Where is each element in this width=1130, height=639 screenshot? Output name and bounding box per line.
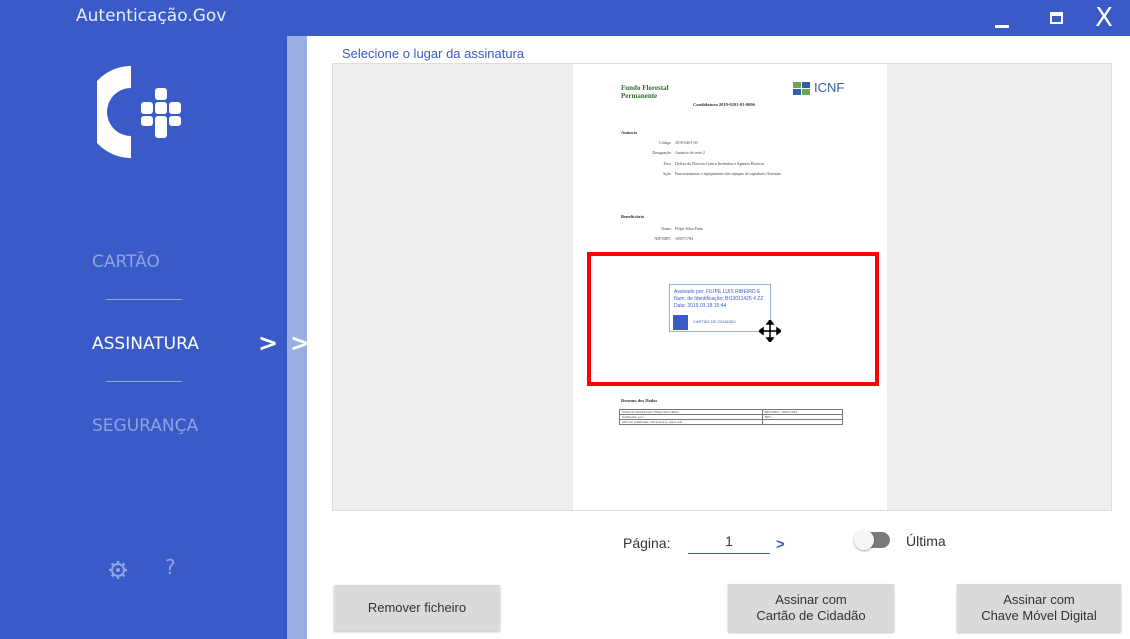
doc-row: NIF/NIPC 169571784 <box>654 236 693 241</box>
sidebar-item-seguranca[interactable]: SEGURANÇA <box>92 416 198 436</box>
button-label: Chave Móvel Digital <box>981 608 1097 623</box>
stamp-line: Assinado por: FILIPE LUIS RIBEIRO E <box>674 289 761 295</box>
doc-row: Código 2019-0201-03 <box>659 140 698 145</box>
minimize-icon <box>995 24 1009 28</box>
aviso-heading: Anúncio <box>621 130 638 135</box>
gear-icon[interactable] <box>108 560 128 580</box>
last-page-toggle[interactable] <box>854 530 890 550</box>
section-title: Selecione o lugar da assinatura <box>342 46 525 61</box>
doc-row: Eixo Defesa da Floresta Contra Incêndios … <box>663 161 765 166</box>
doc-row: Ação Funcionamento e equipamento das equi… <box>662 171 782 176</box>
stamp-footer: CARTÃO DE CIDADÃO <box>673 315 769 330</box>
table-title: Resumo dos Dados <box>621 398 658 403</box>
doc-brand: Fundo Florestal Permanente <box>621 84 669 100</box>
page-label: Página: <box>623 535 671 551</box>
stamp-line: Num. de Identificação: BI13011425 4 ZZ <box>674 296 764 302</box>
maximize-button[interactable] <box>1036 0 1076 36</box>
table-row: Data de submissão: Click here to enter t… <box>619 419 844 425</box>
app-window: CARTÃO ASSINATURA > SEGURANÇA ? > Autent… <box>0 0 1130 639</box>
doc-row: Designação Anúncio de teste 2 <box>652 150 705 155</box>
button-label: Assinar com <box>1003 592 1075 607</box>
sidebar: CARTÃO ASSINATURA > SEGURANÇA ? <box>0 0 287 639</box>
sidebar-item-cartao[interactable]: CARTÃO <box>92 252 160 272</box>
move-icon[interactable] <box>759 320 781 342</box>
icnf-logo-icon <box>793 82 810 95</box>
maximize-icon <box>1049 12 1063 24</box>
cartao-cidadao-icon <box>673 315 688 330</box>
doc-row: Nome Filipe Silva Pinto <box>661 226 704 231</box>
beneficiario-heading: Beneficiário <box>621 214 645 219</box>
minimize-button[interactable] <box>982 0 1022 36</box>
sidebar-item-assinatura[interactable]: ASSINATURA <box>92 334 199 354</box>
chevron-right-icon: > <box>258 329 279 357</box>
page-number-input[interactable] <box>688 528 770 554</box>
stamp-line: Data: 2019.03.18 15:44 <box>674 303 727 309</box>
icnf-logo-text: ICNF <box>814 80 845 95</box>
candidatura-title: Candidatura 2019-0201-03-0006 <box>693 102 755 107</box>
next-page-button[interactable]: > <box>776 536 785 553</box>
remove-file-button[interactable]: Remover ficheiro <box>334 585 500 631</box>
help-icon[interactable]: ? <box>165 555 176 579</box>
last-page-label: Última <box>906 533 946 549</box>
sign-with-cc-button[interactable]: Assinar com Cartão de Cidadão <box>728 584 894 632</box>
button-label: Cartão de Cidadão <box>756 608 866 623</box>
chevron-right-icon[interactable]: > <box>290 329 310 357</box>
toggle-knob <box>854 530 874 550</box>
sidebar-divider <box>106 381 182 382</box>
app-title: Autenticação.Gov <box>76 6 227 26</box>
button-label: Assinar com <box>775 592 847 607</box>
signature-stamp[interactable]: Assinado por: FILIPE LUIS RIBEIRO E Num.… <box>669 284 771 332</box>
sign-with-cmd-button[interactable]: Assinar com Chave Móvel Digital <box>957 584 1121 632</box>
document-preview[interactable]: Fundo Florestal Permanente ICNF Candidat… <box>332 63 1112 511</box>
close-button[interactable]: X <box>1084 0 1124 36</box>
autenticacao-gov-logo <box>97 66 181 158</box>
sidebar-divider <box>106 299 182 300</box>
summary-table: Nome do beneficiário: Filipe Silva Pinto… <box>619 409 844 425</box>
stamp-brand: CARTÃO DE CIDADÃO <box>693 319 736 324</box>
icnf-logo: ICNF <box>793 80 853 98</box>
title-bar: Autenticação.Gov X <box>0 0 1130 36</box>
